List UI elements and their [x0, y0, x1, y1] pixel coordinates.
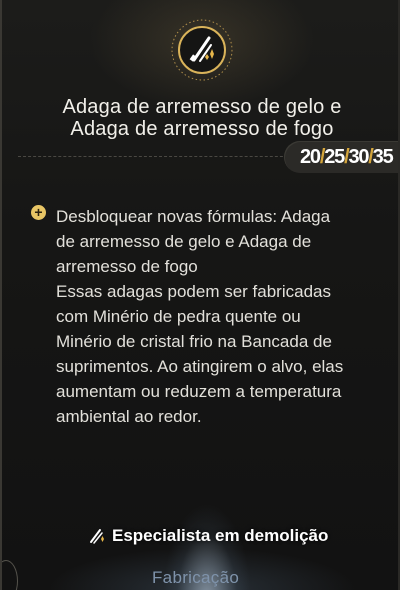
- effect-line: de arremesso de gelo e Adaga de: [56, 232, 312, 251]
- level-2: 25: [324, 146, 345, 168]
- plus-circle-icon: +: [31, 205, 46, 220]
- effect-line: Essas adagas podem ser fabricadas: [56, 282, 331, 301]
- skill-title-line-2: Adaga de arremesso de fogo: [70, 118, 334, 140]
- effect-line: arremesso de fogo: [56, 257, 198, 276]
- specialist-tag: Especialista em demolição: [88, 524, 328, 548]
- bottom-light-glow: [2, 420, 398, 590]
- effect-description: Desbloquear novas fórmulas: Adaga de arr…: [56, 204, 386, 429]
- level-3: 30: [348, 146, 369, 168]
- effect-line: com Minério de pedra quente ou: [56, 307, 301, 326]
- effect-line: Minério de cristal frio na Bancada de: [56, 332, 332, 351]
- effect-line: Desbloquear novas fórmulas: Adaga: [56, 207, 331, 226]
- level-4: 35: [372, 146, 394, 168]
- level-requirements-badge: 20/25/30/35: [284, 141, 398, 173]
- throwing-dagger-icon: [171, 19, 233, 81]
- specialist-label: Especialista em demolição: [112, 526, 329, 545]
- title-divider: [18, 156, 298, 157]
- skill-tooltip-card: Adaga de arremesso de gelo e Adaga de ar…: [0, 0, 400, 590]
- skill-title-line-1: Adaga de arremesso de gelo e: [62, 96, 342, 118]
- level-1: 20: [300, 146, 321, 168]
- demolition-dagger-icon: [90, 529, 104, 544]
- effect-line: aumentam ou reduzem a temperatura: [56, 382, 342, 401]
- tab-fabricacao[interactable]: Fabricação: [152, 568, 239, 588]
- effect-line: suprimentos. Ao atingirem o alvo, elas: [56, 357, 344, 376]
